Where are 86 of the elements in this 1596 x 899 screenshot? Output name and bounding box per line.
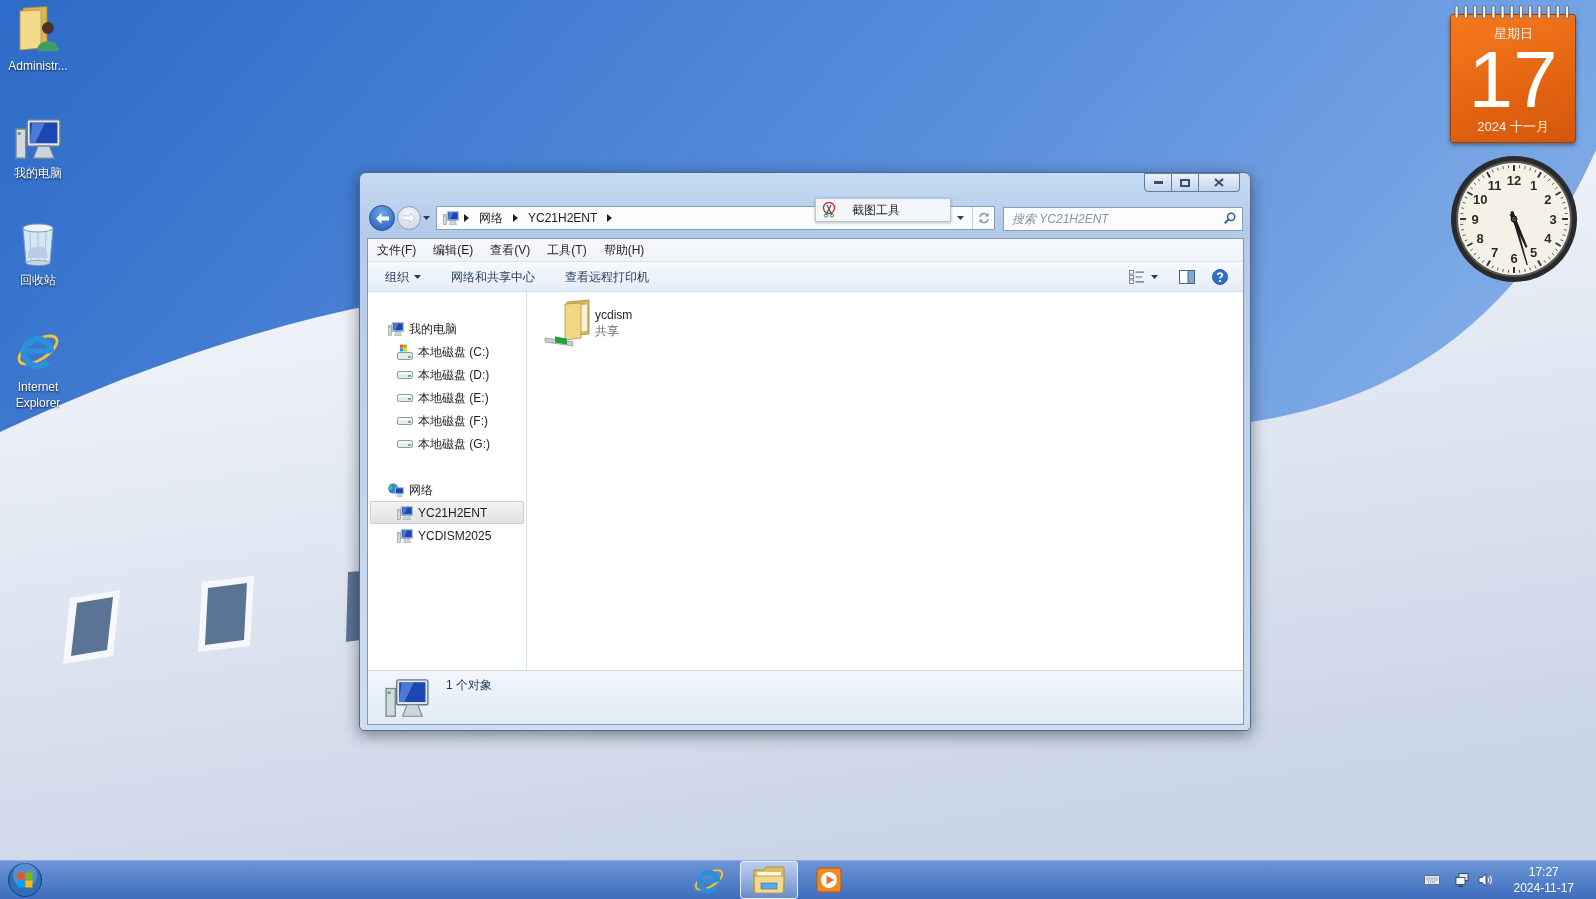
back-button[interactable] [369, 205, 395, 231]
shared-folder-icon [543, 298, 593, 348]
chevron-icon[interactable] [464, 214, 469, 222]
clock-numeral: 6 [1510, 250, 1518, 266]
clock-numeral: 7 [1490, 245, 1499, 261]
search-field[interactable]: 搜索 YC21H2ENT [1003, 207, 1243, 231]
clock-numeral: 9 [1471, 211, 1479, 227]
computer-icon [15, 119, 61, 159]
caret-icon [422, 216, 430, 220]
minimize-icon [1153, 181, 1163, 184]
nav-item[interactable]: 本地磁盘 (F:) [370, 409, 524, 432]
menu-item[interactable]: 文件(F) [371, 240, 423, 260]
clock-numeral: 1 [1529, 177, 1538, 193]
nav-item[interactable]: YCDISM2025 [370, 524, 524, 547]
scissors-icon [822, 202, 838, 218]
taskbar-button[interactable] [740, 861, 798, 899]
close-button[interactable] [1199, 173, 1240, 192]
desktop-shortcut[interactable]: 回收站 [0, 218, 76, 288]
refresh-icon [977, 212, 990, 224]
caret-icon [1151, 274, 1158, 279]
calendar-weekday: 星期日 [1493, 26, 1533, 42]
clock-pivot-icon [1510, 215, 1518, 223]
menu-item[interactable]: 编辑(E) [427, 240, 480, 260]
drive-icon [397, 370, 413, 379]
pane-icon [1179, 269, 1195, 284]
arrow-right-icon [403, 213, 415, 223]
maximize-button[interactable] [1172, 173, 1199, 192]
breadcrumb-item[interactable]: 网络 [474, 207, 508, 229]
desktop-shortcut[interactable]: Internet Explorer [0, 325, 76, 411]
calendar-day: 17 [1468, 42, 1558, 118]
chevron-icon[interactable] [513, 214, 518, 222]
clock-numeral: 5 [1529, 245, 1538, 261]
clock-numeral: 4 [1544, 231, 1552, 246]
clock-numeral: 8 [1476, 231, 1484, 246]
drive-icon [397, 393, 413, 402]
chevron-icon[interactable] [607, 214, 613, 222]
clock-numeral: 12 [1506, 172, 1522, 188]
view-list-icon [1129, 269, 1145, 284]
clock-numeral: 2 [1544, 192, 1552, 207]
caret-icon[interactable] [957, 216, 964, 220]
computer-icon [443, 211, 459, 225]
user-folder-icon [17, 6, 59, 52]
close-icon [1214, 178, 1224, 187]
computer-icon [397, 505, 413, 520]
computer-icon [397, 528, 413, 543]
minimize-button[interactable] [1144, 173, 1172, 192]
clock-numeral: 3 [1549, 211, 1557, 227]
desktop-shortcut[interactable]: Administr... [0, 4, 76, 74]
computer-icon [385, 679, 429, 717]
start-orb-icon [8, 863, 42, 897]
arrow-left-icon [375, 212, 389, 224]
breadcrumb-item[interactable]: YC21H2ENT [523, 207, 603, 229]
nav-item[interactable]: 本地磁盘 (E:) [370, 386, 524, 409]
system-drive-icon [397, 343, 413, 360]
tray-clock[interactable]: 17:27 2024-11-17 [1509, 864, 1578, 896]
keyboard-icon[interactable] [1423, 875, 1440, 885]
volume-icon[interactable] [1477, 873, 1494, 887]
computer-icon [388, 321, 404, 336]
desktop-shortcut[interactable]: 我的电脑 [0, 111, 76, 181]
network-icon [388, 482, 404, 497]
drive-icon [397, 439, 413, 448]
network-status-icon[interactable] [1454, 872, 1471, 888]
menu-item[interactable]: 查看(V) [484, 240, 537, 260]
toolbar-button[interactable]: 查看远程打印机 [557, 264, 657, 289]
nav-item[interactable]: 网络 [370, 478, 524, 501]
toolbar-button[interactable]: 网络和共享中心 [443, 264, 543, 289]
nav-item[interactable]: 本地磁盘 (C:) [370, 340, 524, 363]
nav-item[interactable]: 本地磁盘 (G:) [370, 432, 524, 455]
play-icon [816, 867, 842, 893]
nav-item[interactable]: 本地磁盘 (D:) [370, 363, 524, 386]
drive-icon [397, 416, 413, 425]
folder-item[interactable]: ycdism 共享 [541, 296, 639, 350]
calendar-month: 2024 十一月 [1477, 119, 1549, 135]
menu-item[interactable]: 工具(T) [541, 240, 593, 260]
status-text: 1 个对象 [446, 677, 492, 693]
clock-numeral: 11 [1487, 177, 1502, 193]
recycle-bin-icon [20, 222, 56, 266]
search-icon [1224, 212, 1236, 224]
nav-item[interactable]: 我的电脑 [370, 317, 524, 340]
toolbar-button[interactable]: 组织 [377, 264, 429, 289]
maximize-icon [1180, 178, 1190, 187]
help-icon [1212, 268, 1228, 285]
folder-icon [753, 866, 785, 894]
menu-item[interactable]: 帮助(H) [597, 240, 651, 260]
nav-item[interactable]: YC21H2ENT [370, 501, 524, 524]
clock-numeral: 10 [1473, 192, 1488, 207]
